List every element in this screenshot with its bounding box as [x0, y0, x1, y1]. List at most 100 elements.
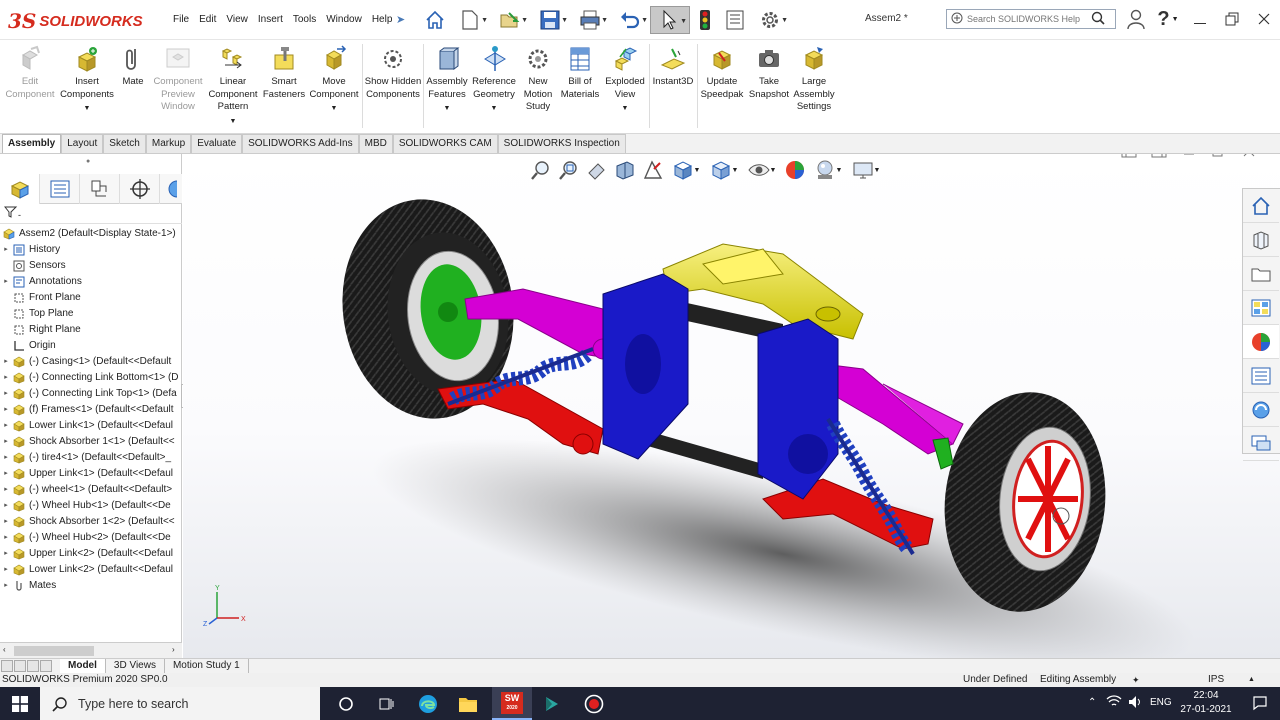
panel-grip-icon[interactable]: ● [86, 158, 90, 165]
tree-item[interactable]: ▸ (-) Connecting Link Bottom<1> (D [0, 370, 182, 386]
task-pane-file-explorer[interactable] [1243, 257, 1279, 291]
rebuild-status-icon[interactable]: ✦ [1132, 673, 1140, 687]
file-properties-button[interactable] [720, 6, 750, 34]
tab-model[interactable]: Model [60, 659, 106, 673]
show-hidden-icons-icon[interactable]: ⌃ [1088, 697, 1096, 708]
expand-arrow-icon[interactable]: ▸ [0, 578, 12, 594]
tree-item[interactable]: ▸ Upper Link<2> (Default<<Defaul [0, 546, 182, 562]
record-app-button[interactable] [574, 687, 614, 720]
tab-feature-tree[interactable] [0, 174, 40, 204]
pin-menu-icon[interactable]: ➤ [396, 13, 405, 26]
bill-of-materials-button[interactable]: Bill of Materials [560, 44, 600, 101]
tree-root[interactable]: Assem2 (Default<Display State-1>) [0, 226, 182, 242]
menu-help[interactable]: Help [367, 12, 398, 28]
unit-system[interactable]: IPS [1208, 673, 1224, 687]
tab-3d-views[interactable]: 3D Views [106, 659, 165, 673]
menu-file[interactable]: File [168, 12, 194, 28]
network-icon[interactable] [1106, 695, 1122, 712]
expand-arrow-icon[interactable]: ▸ [0, 546, 12, 562]
exploded-view-dropdown-icon[interactable]: ▼ [602, 103, 648, 116]
linear-pattern-dropdown-icon[interactable]: ▼ [206, 116, 260, 129]
minimize-button[interactable] [1184, 6, 1216, 32]
expand-arrow-icon[interactable]: ▸ [0, 354, 12, 370]
expand-arrow-icon[interactable]: ▸ [0, 482, 12, 498]
mate-button[interactable]: Mate [118, 44, 148, 89]
tab-dimxpert[interactable] [120, 174, 160, 204]
task-pane-solidworks-forum[interactable] [1243, 393, 1279, 427]
exploded-view-button[interactable]: Exploded View ▼ [602, 44, 648, 116]
casing-right[interactable] [757, 318, 839, 500]
search-icon[interactable] [1091, 11, 1105, 28]
tree-item[interactable]: ▸ (f) Frames<1> (Default<<Default [0, 402, 182, 418]
tree-item[interactable]: ▸ (-) Connecting Link Top<1> (Defa [0, 386, 182, 402]
menu-tools[interactable]: Tools [288, 12, 321, 28]
scrollbar-thumb[interactable] [14, 646, 94, 656]
expand-arrow-icon[interactable]: ▸ [0, 434, 12, 450]
tree-item[interactable]: ▸ Lower Link<1> (Default<<Defaul [0, 418, 182, 434]
tab-motion-study-1[interactable]: Motion Study 1 [165, 659, 249, 673]
task-pane-design-library[interactable] [1243, 223, 1279, 257]
update-speedpak-button[interactable]: Update Speedpak [699, 44, 745, 101]
tab-addins[interactable]: SOLIDWORKS Add-Ins [242, 134, 359, 153]
tree-item[interactable]: Top Plane [0, 306, 182, 322]
tab-inspection[interactable]: SOLIDWORKS Inspection [497, 134, 626, 153]
new-document-button[interactable]: ▼ [450, 6, 490, 34]
tab-display-manager[interactable] [160, 174, 182, 204]
tab-layout[interactable]: Layout [61, 134, 104, 153]
tree-item[interactable]: ▸ Shock Absorber 1<2> (Default<< [0, 514, 182, 530]
task-pane-appearances[interactable] [1243, 325, 1279, 359]
home-button[interactable] [420, 6, 450, 34]
tree-item[interactable]: ▸ Annotations [0, 274, 182, 290]
expand-arrow-icon[interactable]: ▸ [0, 386, 12, 402]
maximize-button[interactable] [1216, 6, 1248, 32]
instant3d-button[interactable]: Instant3D [651, 44, 695, 89]
prev-tab-nav-icon[interactable] [14, 660, 26, 672]
assembly-features-dropdown-icon[interactable]: ▼ [425, 103, 469, 116]
undo-button[interactable]: ▼ [610, 6, 650, 34]
tree-item[interactable]: ▸ Shock Absorber 1<1> (Default<< [0, 434, 182, 450]
move-component-button[interactable]: Move Component ▼ [308, 44, 360, 116]
scroll-left-icon[interactable]: ‹ [3, 645, 6, 654]
expand-arrow-icon[interactable]: ▸ [0, 274, 12, 290]
tree-item[interactable]: ▸ (-) Casing<1> (Default<<Default [0, 354, 182, 370]
notifications-icon[interactable] [1252, 695, 1268, 714]
expand-arrow-icon[interactable]: ▸ [0, 466, 12, 482]
assembly-model[interactable] [183, 154, 1280, 658]
language-indicator[interactable]: ENG [1150, 697, 1172, 708]
tree-item[interactable]: ▸ Lower Link<2> (Default<<Defaul [0, 562, 182, 578]
tab-evaluate[interactable]: Evaluate [191, 134, 243, 153]
reference-geometry-button[interactable]: Reference Geometry ▼ [470, 44, 518, 116]
save-button[interactable]: ▼ [530, 6, 570, 34]
expand-arrow-icon[interactable]: ▸ [0, 562, 12, 578]
tab-markup[interactable]: Markup [145, 134, 192, 153]
expand-arrow-icon[interactable]: ▸ [0, 370, 12, 386]
scroll-right-icon[interactable]: › [172, 645, 175, 654]
tree-item[interactable]: Sensors [0, 258, 182, 274]
expand-arrow-icon[interactable]: ▸ [0, 514, 12, 530]
tree-item[interactable]: ▸ (-) Wheel Hub<2> (Default<<De [0, 530, 182, 546]
large-assembly-settings-button[interactable]: Large Assembly Settings [792, 44, 836, 114]
tree-item[interactable]: ▸ Upper Link<1> (Default<<Defaul [0, 466, 182, 482]
task-pane-view-palette[interactable] [1243, 291, 1279, 325]
expand-arrow-icon[interactable]: ▸ [0, 530, 12, 546]
cortana-button[interactable] [326, 687, 366, 720]
expand-arrow-icon[interactable]: ▸ [0, 402, 12, 418]
options-button[interactable]: ▼ [750, 6, 790, 34]
tab-cam[interactable]: SOLIDWORKS CAM [392, 134, 498, 153]
tree-item[interactable]: Origin [0, 338, 182, 354]
menu-insert[interactable]: Insert [253, 12, 288, 28]
next-tab-nav-icon[interactable] [27, 660, 39, 672]
tab-property-manager[interactable] [40, 174, 80, 204]
smart-fasteners-button[interactable]: Smart Fasteners [262, 44, 306, 101]
clock[interactable]: 22:04 27-01-2021 [1178, 689, 1234, 717]
volume-icon[interactable] [1128, 695, 1144, 712]
new-motion-study-button[interactable]: New Motion Study [520, 44, 556, 114]
expand-arrow-icon[interactable]: ▸ [0, 418, 12, 434]
tree-item[interactable]: ▸ Mates [0, 578, 182, 594]
select-button[interactable]: ▼ [650, 6, 690, 34]
insert-components-dropdown-icon[interactable]: ▼ [58, 103, 116, 116]
task-pane-custom-properties[interactable] [1243, 359, 1279, 393]
component-preview-button[interactable]: Component Preview Window [150, 44, 206, 114]
first-tab-nav-icon[interactable] [1, 660, 13, 672]
tree-item[interactable]: Front Plane [0, 290, 182, 306]
